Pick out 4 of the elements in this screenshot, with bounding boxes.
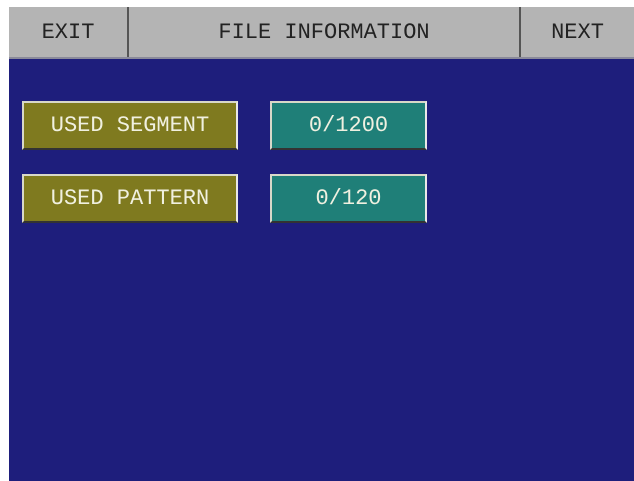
field-label: USED PATTERN	[22, 174, 238, 223]
value-display: 0/120	[270, 174, 427, 223]
field-label: USED SEGMENT	[22, 101, 238, 150]
value-display: 0/1200	[270, 101, 427, 150]
